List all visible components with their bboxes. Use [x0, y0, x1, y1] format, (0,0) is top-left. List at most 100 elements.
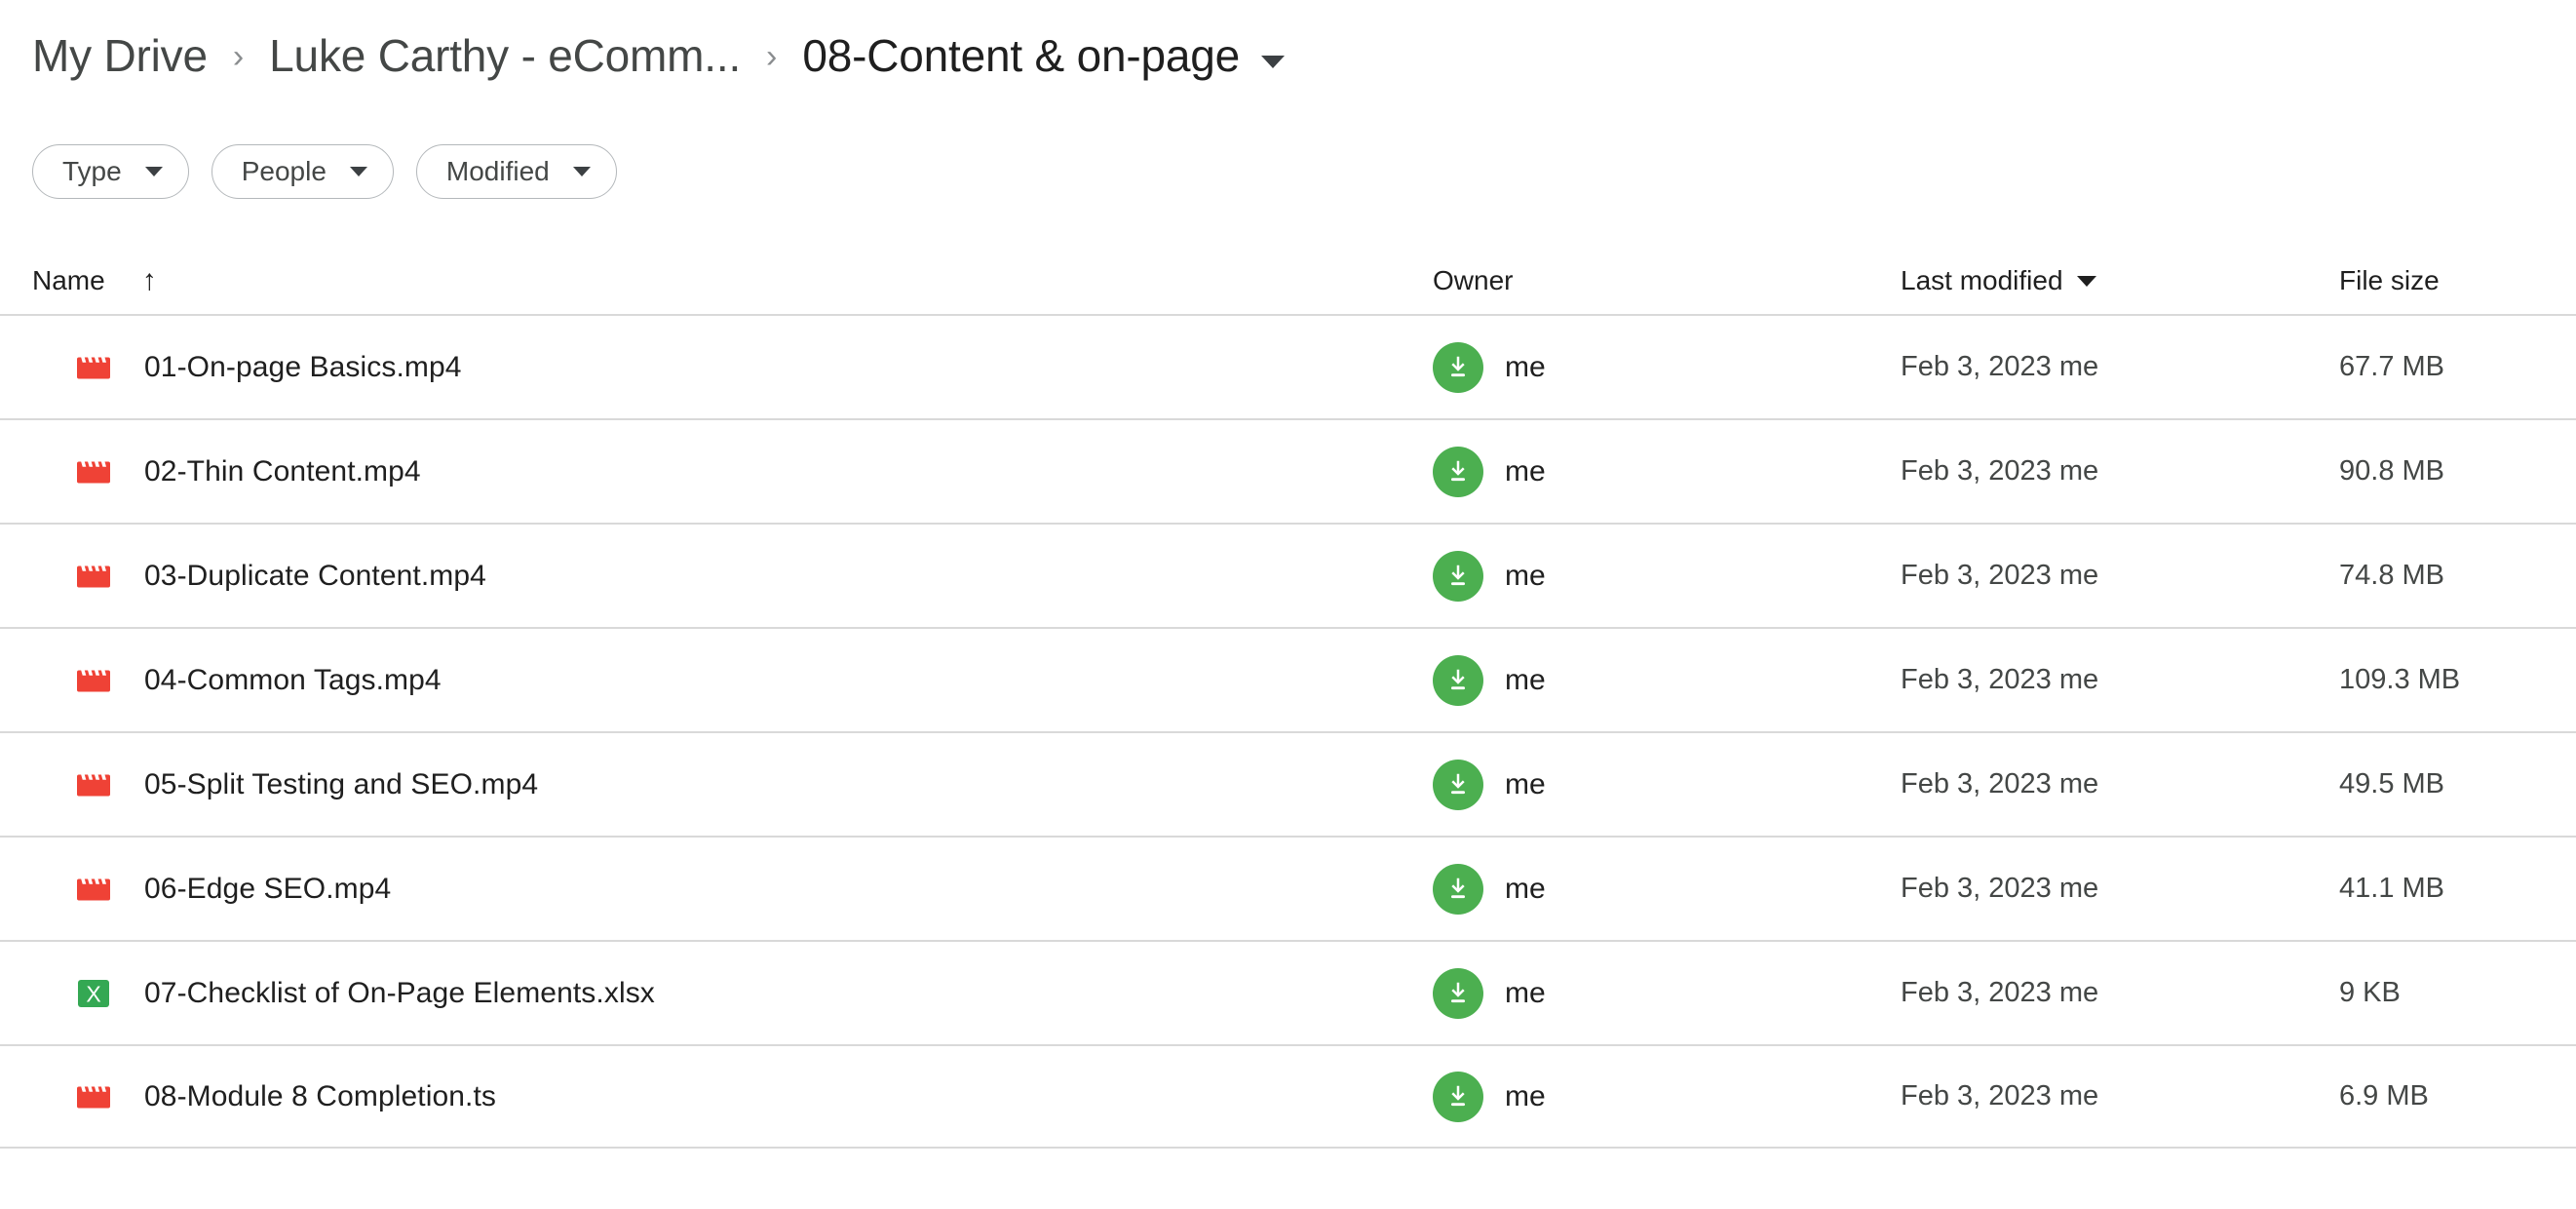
file-name-label: 01-On-page Basics.mp4 — [144, 350, 462, 383]
file-list-body: 01-On-page Basics.mp4 me Feb 3, 2023 me 67.… — [0, 314, 2576, 1149]
avatar — [1433, 446, 1483, 497]
cell-last-modified: Feb 3, 2023 me — [1901, 979, 2339, 1007]
filter-chip-type[interactable]: Type — [32, 144, 189, 199]
filter-chip-people-label: People — [241, 156, 327, 186]
table-row[interactable]: 08-Module 8 Completion.ts me Feb 3, 2023 m… — [0, 1044, 2576, 1149]
svg-text:X: X — [86, 981, 100, 1006]
last-modified-label: Feb 3, 2023 me — [1901, 768, 2099, 800]
spreadsheet-file-icon: X — [78, 979, 109, 1007]
breadcrumb-item-current-folder[interactable]: 08-Content & on-page — [802, 33, 1240, 78]
download-arrow-icon — [1451, 773, 1465, 794]
table-row[interactable]: 02-Thin Content.mp4 me Feb 3, 2023 me 90.8 … — [0, 418, 2576, 523]
download-arrow-icon — [1451, 982, 1465, 1002]
triangle-down-icon — [2076, 275, 2096, 287]
filter-chip-type-label: Type — [62, 156, 122, 186]
cell-last-modified: Feb 3, 2023 me — [1901, 770, 2339, 799]
video-file-icon — [77, 670, 110, 691]
filter-chip-people[interactable]: People — [211, 144, 394, 199]
chevron-down-icon — [144, 167, 163, 176]
download-arrow-icon — [1451, 460, 1465, 481]
breadcrumb: My Drive › Luke Carthy - eComm... › 08-C… — [32, 21, 1286, 90]
cell-file-size: 74.8 MB — [2339, 562, 2544, 590]
column-header-last-modified[interactable]: Last modified — [1901, 267, 2339, 294]
table-row[interactable]: 05-Split Testing and SEO.mp4 me Feb 3, 202… — [0, 731, 2576, 836]
table-row[interactable]: 03-Duplicate Content.mp4 me Feb 3, 2023 me… — [0, 523, 2576, 627]
cell-owner: me — [1433, 967, 1901, 1019]
file-name-label: 07-Checklist of On-Page Elements.xlsx — [144, 976, 655, 1009]
cell-owner: me — [1433, 550, 1901, 602]
arrow-up-icon: ↑ — [141, 264, 157, 296]
file-size-label: 41.1 MB — [2339, 873, 2444, 904]
cell-file-size: 49.5 MB — [2339, 770, 2544, 799]
file-size-label: 49.5 MB — [2339, 768, 2444, 800]
cell-owner: me — [1433, 654, 1901, 706]
table-row[interactable]: X 07-Checklist of On-Page Elements.xlsx me… — [0, 940, 2576, 1044]
owner-label: me — [1505, 976, 1546, 1009]
file-size-label: 67.7 MB — [2339, 351, 2444, 382]
chevron-down-icon — [349, 167, 367, 176]
column-header-owner[interactable]: Owner — [1433, 267, 1901, 294]
file-name-label: 06-Edge SEO.mp4 — [144, 872, 392, 905]
cell-file-size: 9 KB — [2339, 979, 2544, 1007]
cell-file-size: 6.9 MB — [2339, 1082, 2544, 1111]
cell-owner: me — [1433, 341, 1901, 393]
cell-name: 04-Common Tags.mp4 — [0, 661, 1433, 700]
folder-menu-chevron-down-icon[interactable] — [1261, 55, 1286, 68]
cell-name: 02-Thin Content.mp4 — [0, 452, 1433, 491]
column-header-name[interactable]: Name ↑ — [0, 266, 1433, 295]
breadcrumb-item-my-drive[interactable]: My Drive — [32, 33, 208, 78]
breadcrumb-separator-icon: › — [766, 38, 778, 75]
file-list-table: Name ↑ Owner Last modified File size 01-… — [0, 252, 2576, 1149]
chevron-down-icon — [572, 167, 591, 176]
last-modified-label: Feb 3, 2023 me — [1901, 873, 2099, 904]
file-size-label: 6.9 MB — [2339, 1080, 2429, 1112]
file-size-label: 109.3 MB — [2339, 664, 2461, 695]
last-modified-label: Feb 3, 2023 me — [1901, 351, 2099, 382]
file-name-label: 05-Split Testing and SEO.mp4 — [144, 767, 539, 800]
last-modified-label: Feb 3, 2023 me — [1901, 455, 2099, 487]
file-size-label: 74.8 MB — [2339, 560, 2444, 591]
file-name-label: 02-Thin Content.mp4 — [144, 454, 421, 488]
last-modified-label: Feb 3, 2023 me — [1901, 664, 2099, 695]
cell-name: 06-Edge SEO.mp4 — [0, 870, 1433, 909]
table-header-row: Name ↑ Owner Last modified File size — [0, 252, 2576, 314]
column-header-file-size[interactable]: File size — [2339, 267, 2544, 294]
cell-name: 01-On-page Basics.mp4 — [0, 348, 1433, 387]
cell-file-size: 90.8 MB — [2339, 457, 2544, 486]
table-row[interactable]: 01-On-page Basics.mp4 me Feb 3, 2023 me 67.… — [0, 314, 2576, 418]
avatar — [1433, 759, 1483, 810]
cell-last-modified: Feb 3, 2023 me — [1901, 666, 2339, 694]
download-arrow-icon — [1451, 878, 1465, 898]
filter-chip-modified-label: Modified — [445, 156, 550, 186]
owner-label: me — [1505, 350, 1546, 383]
last-modified-label: Feb 3, 2023 me — [1901, 977, 2099, 1008]
file-name-label: 08-Module 8 Completion.ts — [144, 1079, 497, 1112]
table-row[interactable]: 04-Common Tags.mp4 me Feb 3, 2023 me 109.3 … — [0, 627, 2576, 731]
owner-label: me — [1505, 559, 1546, 592]
download-arrow-icon — [1451, 356, 1465, 376]
cell-owner: me — [1433, 863, 1901, 915]
cell-owner: me — [1433, 1071, 1901, 1122]
cell-file-size: 109.3 MB — [2339, 666, 2544, 694]
column-header-name-label: Name — [32, 265, 105, 295]
cell-last-modified: Feb 3, 2023 me — [1901, 562, 2339, 590]
table-row[interactable]: 06-Edge SEO.mp4 me Feb 3, 2023 me 41.1 MB — [0, 836, 2576, 940]
file-size-label: 9 KB — [2339, 977, 2401, 1008]
video-file-icon — [77, 774, 110, 796]
filter-chip-modified[interactable]: Modified — [415, 144, 617, 199]
download-arrow-icon — [1451, 1085, 1465, 1106]
cell-name: 08-Module 8 Completion.ts — [0, 1077, 1433, 1116]
owner-label: me — [1505, 872, 1546, 905]
avatar — [1433, 863, 1483, 915]
last-modified-label: Feb 3, 2023 me — [1901, 1080, 2099, 1112]
video-file-icon — [77, 461, 110, 483]
video-file-icon — [77, 878, 110, 900]
download-arrow-icon — [1451, 669, 1465, 689]
cell-owner: me — [1433, 446, 1901, 497]
avatar — [1433, 341, 1483, 393]
breadcrumb-item-luke-carthy[interactable]: Luke Carthy - eComm... — [269, 33, 741, 78]
cell-last-modified: Feb 3, 2023 me — [1901, 1082, 2339, 1111]
owner-label: me — [1505, 454, 1546, 488]
owner-label: me — [1505, 663, 1546, 696]
video-file-icon — [77, 1086, 110, 1108]
